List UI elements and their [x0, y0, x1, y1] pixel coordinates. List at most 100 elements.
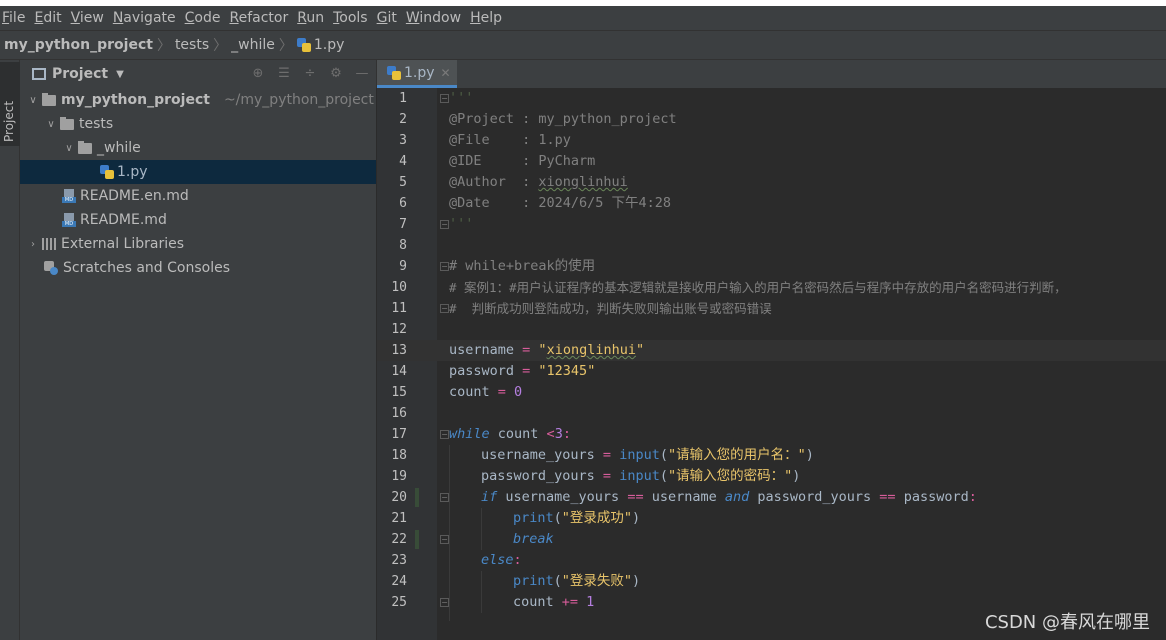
string-token: "登录成功": [561, 510, 633, 526]
comment-token: # while+break的使用: [449, 258, 596, 274]
collapse-all-icon[interactable]: ÷: [302, 66, 318, 81]
folder-icon: [60, 116, 74, 130]
code-line: password_yours = input("请输入您的密码："): [481, 466, 800, 487]
docstring-token: ''': [449, 90, 474, 106]
paren-token: ): [792, 468, 801, 484]
breadcrumb-file[interactable]: 1.py: [314, 37, 345, 53]
var-token: username: [449, 342, 515, 358]
library-icon: [42, 238, 56, 250]
menu-file[interactable]: File: [2, 10, 30, 26]
string-token: "请输入您的用户名：": [667, 447, 806, 463]
operator-token: =: [514, 363, 539, 379]
function-token: input: [619, 447, 660, 463]
gear-icon[interactable]: ⚙: [328, 66, 344, 81]
line-number: 23: [391, 553, 407, 568]
code-line: @File : 1.py: [449, 130, 571, 151]
breadcrumb-while[interactable]: _while: [231, 37, 275, 53]
project-panel-title[interactable]: Project: [52, 66, 108, 82]
menu-git[interactable]: Git: [377, 10, 402, 26]
project-window-icon: [32, 68, 46, 80]
code-line: while count <3:: [449, 424, 571, 445]
docstring-token: ''': [449, 216, 474, 232]
locate-icon[interactable]: ⊕: [250, 66, 266, 81]
var-token: username_yours: [481, 447, 595, 463]
comment-token: # 判断成功则登陆成功，判断失败则输出账号或密码错误: [449, 301, 772, 316]
line-number: 14: [391, 364, 407, 379]
var-token: username_yours: [497, 489, 628, 505]
line-number: 4: [399, 154, 407, 169]
menu-edit[interactable]: Edit: [34, 10, 66, 26]
paren-token: ): [805, 447, 814, 463]
line-number: 13: [391, 343, 407, 358]
indent-guide: [481, 571, 482, 613]
code-line: print("登录失败"): [513, 571, 640, 592]
fold-icon[interactable]: −: [440, 535, 449, 544]
menu-help[interactable]: Help: [470, 10, 507, 26]
code-line: username = "xionglinhui": [449, 340, 644, 361]
paren-token: (: [553, 510, 562, 526]
menu-window[interactable]: Window: [406, 10, 466, 26]
project-tree: ∨ my_python_project ~/my_python_project …: [20, 88, 376, 280]
tree-item-label: README.md: [80, 212, 167, 228]
hide-icon[interactable]: —: [354, 66, 370, 81]
chevron-down-icon[interactable]: ∨: [26, 95, 40, 106]
tree-item-label: tests: [79, 116, 114, 132]
line-number: 2: [399, 112, 407, 127]
fold-icon[interactable]: −: [440, 262, 449, 271]
chevron-right-icon[interactable]: ›: [26, 239, 40, 250]
tree-item-readme-en[interactable]: MD README.en.md: [20, 184, 376, 208]
expand-all-icon[interactable]: ☰: [276, 66, 292, 81]
vcs-change-marker[interactable]: [415, 530, 419, 549]
project-panel-toolbar: ⊕ ☰ ÷ ⚙ —: [250, 66, 370, 81]
breadcrumb-tests[interactable]: tests: [175, 37, 209, 53]
line-number: 25: [391, 595, 407, 610]
operator-token: =: [594, 447, 620, 463]
project-panel: Project ▼ ⊕ ☰ ÷ ⚙ — ∨ my_python_project …: [20, 60, 376, 640]
menu-code[interactable]: Code: [185, 10, 226, 26]
project-tool-tab[interactable]: Project: [0, 62, 20, 146]
line-number: 20: [391, 490, 407, 505]
code-line: else:: [481, 550, 522, 571]
code-line: # 案例1：#用户认证程序的基本逻辑就是接收用户输入的用户名密码然后与程序中存放…: [449, 277, 1067, 298]
chevron-down-icon[interactable]: ▼: [116, 69, 124, 80]
python-file-icon: [296, 38, 311, 52]
menu-refactor[interactable]: Refactor: [229, 10, 293, 26]
code-line: @Author : xionglinhui: [449, 172, 628, 193]
menu-navigate[interactable]: Navigate: [113, 10, 181, 26]
menu-view[interactable]: View: [71, 10, 109, 26]
code-line: @Date : 2024/6/5 下午4:28: [449, 193, 671, 214]
tree-item-while[interactable]: ∨ _while: [20, 136, 376, 160]
breadcrumb-project[interactable]: my_python_project: [4, 37, 153, 53]
line-number: 9: [399, 259, 407, 274]
line-number: 11: [391, 301, 407, 316]
line-number: 1: [399, 91, 407, 106]
tree-item-root[interactable]: ∨ my_python_project ~/my_python_project: [20, 88, 376, 112]
close-icon[interactable]: ✕: [441, 66, 451, 80]
chevron-down-icon[interactable]: ∨: [44, 119, 58, 130]
keyword-token: if: [481, 489, 498, 505]
chevron-down-icon[interactable]: ∨: [62, 143, 76, 154]
menu-tools[interactable]: Tools: [333, 10, 373, 26]
tree-item-label: my_python_project: [61, 92, 210, 108]
fold-icon[interactable]: −: [440, 493, 449, 502]
fold-icon[interactable]: −: [440, 220, 449, 229]
tree-item-scratches[interactable]: Scratches and Consoles: [20, 256, 376, 280]
line-number: 8: [399, 238, 407, 253]
operator-token: ==: [879, 489, 896, 505]
tree-item-external-libraries[interactable]: › External Libraries: [20, 232, 376, 256]
fold-icon[interactable]: −: [440, 94, 449, 103]
string-token: xionglinhui: [546, 342, 636, 358]
tree-item-readme[interactable]: MD README.md: [20, 208, 376, 232]
menu-run[interactable]: Run: [297, 10, 329, 26]
fold-icon[interactable]: −: [440, 598, 449, 607]
fold-icon[interactable]: −: [440, 304, 449, 313]
tree-item-1py[interactable]: 1.py: [20, 160, 376, 184]
code-line: break: [513, 529, 554, 550]
tab-1py[interactable]: 1.py ✕: [377, 60, 457, 88]
indent-guide: [449, 445, 450, 621]
tree-item-tests[interactable]: ∨ tests: [20, 112, 376, 136]
fold-icon[interactable]: −: [440, 430, 449, 439]
docstring-token: xionglinhui: [538, 174, 628, 190]
breadcrumb-separator-icon: 〉: [278, 38, 293, 54]
vcs-change-marker[interactable]: [415, 488, 419, 507]
